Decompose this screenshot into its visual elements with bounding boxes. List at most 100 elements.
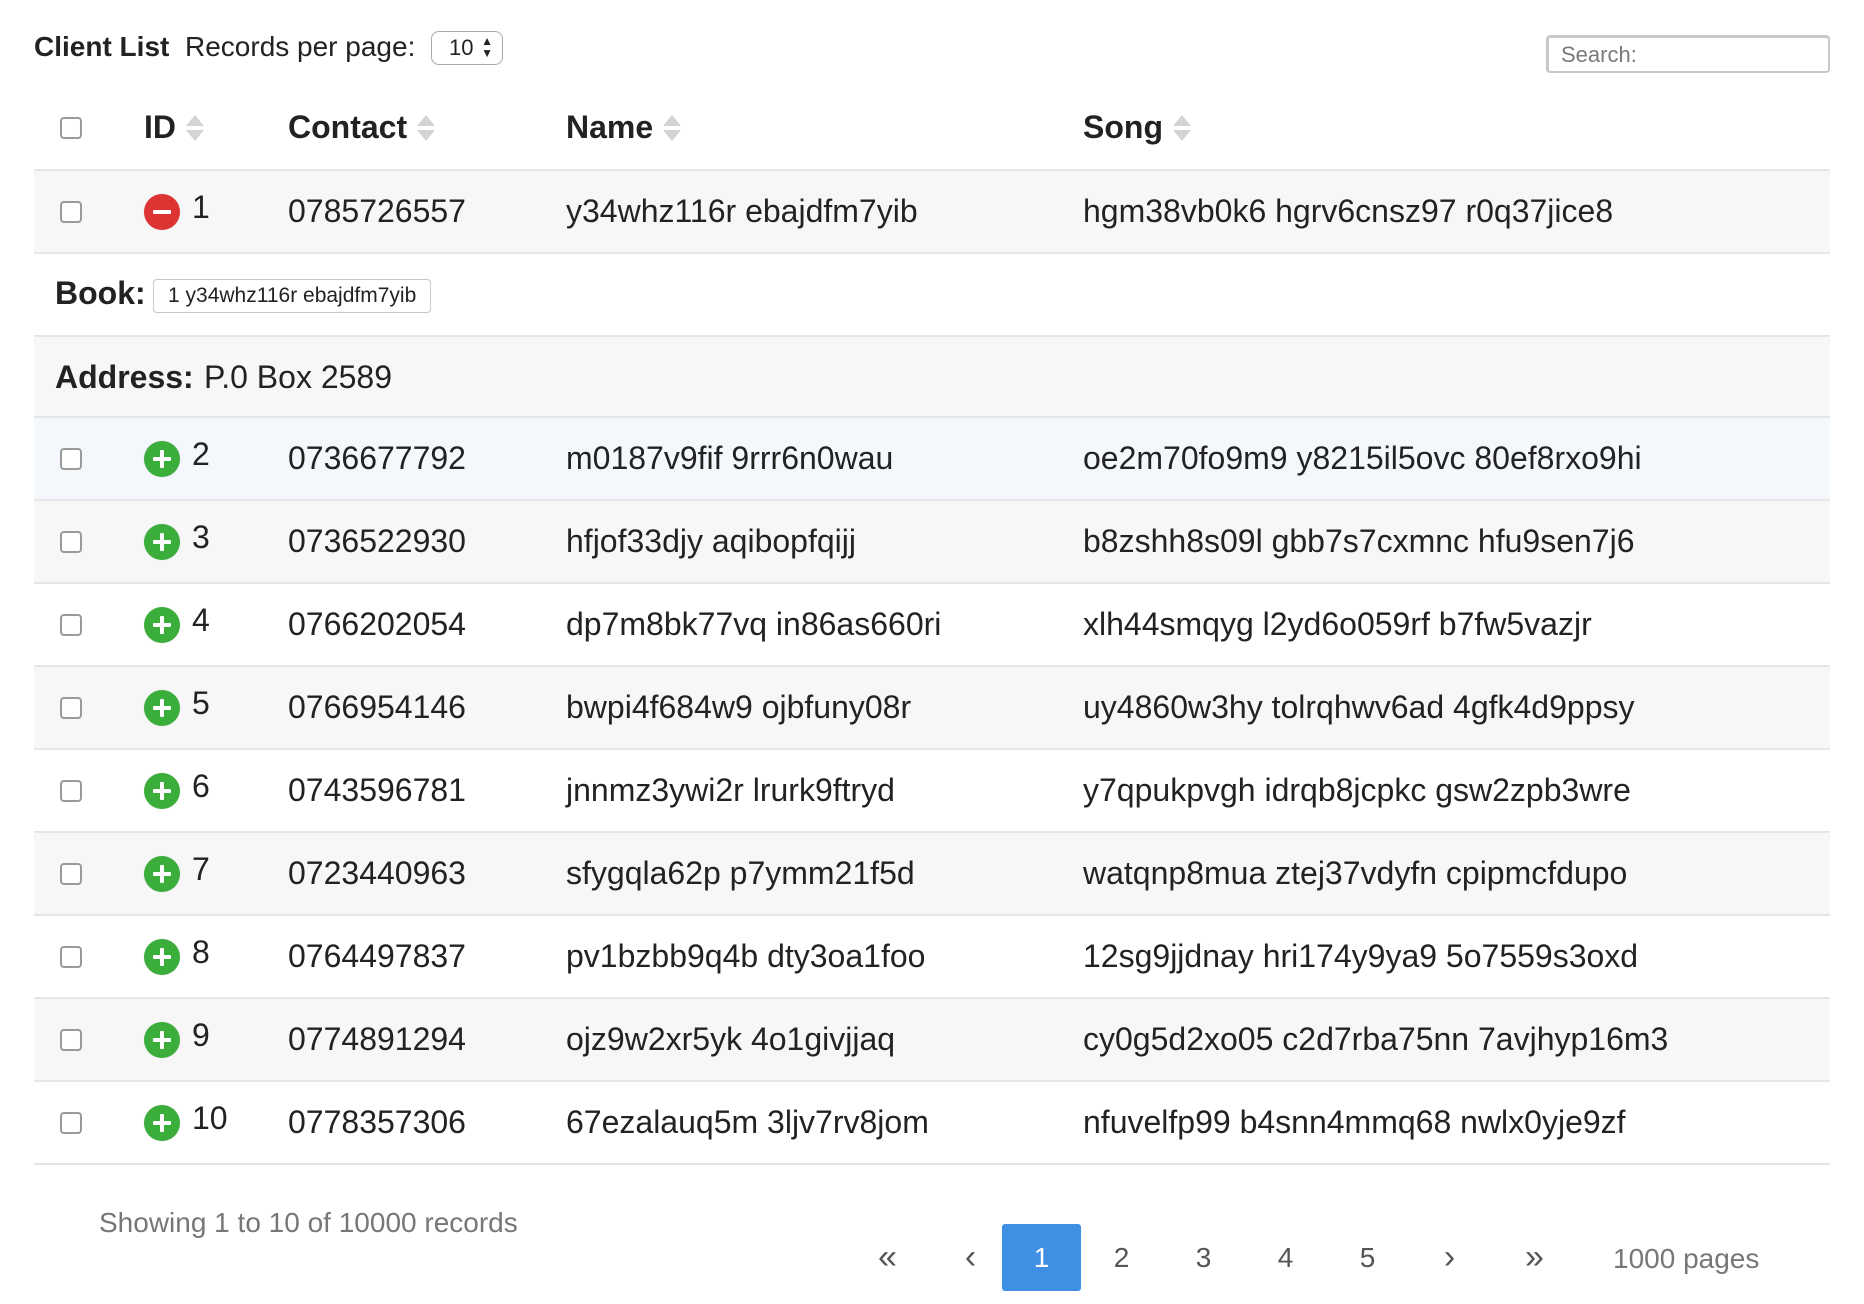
expand-row-icon[interactable] [144, 855, 180, 892]
table-row: 6 0743596781 jnnmz3ywi2r lrurk9ftryd y7q… [34, 750, 1830, 833]
table-row: 2 0736677792 m0187v9fif 9rrr6n0wau oe2m7… [34, 418, 1830, 501]
sort-icon [663, 114, 682, 142]
row-song: nfuvelfp99 b4snn4mmq68 nwlx0yje9zf [1083, 1104, 1626, 1140]
column-header-label: Name [566, 109, 654, 145]
row-id: 1 [192, 189, 210, 225]
row-song: 12sg9jjdnay hri174y9ya9 5o7559s3oxd [1083, 938, 1639, 974]
column-header-song[interactable]: Song [1083, 86, 1191, 169]
table-row: 7 0723440963 sfygqla62p p7ymm21f5d watqn… [34, 833, 1830, 916]
page-button-5[interactable]: 5 [1328, 1224, 1407, 1291]
first-page-button[interactable]: « [848, 1224, 927, 1291]
row-checkbox[interactable] [60, 696, 82, 719]
address-label: Address: [55, 359, 194, 395]
row-checkbox[interactable] [60, 613, 82, 636]
row-checkbox[interactable] [60, 530, 82, 553]
row-checkbox[interactable] [60, 779, 82, 802]
row-song: watqnp8mua ztej37vdyfn cpipmcfdupo [1083, 855, 1628, 891]
page-button-1[interactable]: 1 [1002, 1224, 1081, 1291]
expand-row-icon[interactable] [144, 1104, 180, 1141]
row-checkbox[interactable] [60, 1028, 82, 1051]
row-contact: 0766202054 [288, 606, 466, 642]
row-id: 6 [192, 768, 210, 804]
row-checkbox[interactable] [60, 945, 82, 968]
row-contact: 0774891294 [288, 1021, 466, 1057]
column-header-label: Contact [288, 109, 408, 145]
row-name: hfjof33djy aqibopfqijj [566, 523, 856, 559]
row-checkbox[interactable] [60, 862, 82, 885]
column-header-contact[interactable]: Contact [288, 86, 436, 169]
row-contact: 0736677792 [288, 440, 466, 476]
row-checkbox[interactable] [60, 200, 82, 223]
select-arrows-icon: ▲ ▼ [481, 34, 493, 60]
table-row: 3 0736522930 hfjof33djy aqibopfqijj b8zs… [34, 501, 1830, 584]
row-name: ojz9w2xr5yk 4o1givjjaq [566, 1021, 896, 1057]
row-name: sfygqla62p p7ymm21f5d [566, 855, 915, 891]
row-name: 67ezalauq5m 3ljv7rv8jom [566, 1104, 929, 1140]
address-value: P.0 Box 2589 [204, 359, 393, 395]
last-page-button[interactable]: » [1495, 1224, 1574, 1291]
row-song: hgm38vb0k6 hgrv6cnsz97 r0q37jice8 [1083, 193, 1614, 229]
records-summary: Showing 1 to 10 of 10000 records [99, 1207, 518, 1238]
page-button-4[interactable]: 4 [1246, 1224, 1325, 1291]
expand-row-icon[interactable] [144, 938, 180, 975]
row-id: 5 [192, 685, 210, 721]
row-name: dp7m8bk77vq in86as660ri [566, 606, 942, 642]
table-header-row: ID Contact Name Song [34, 86, 1830, 171]
table-row: 8 0764497837 pv1bzbb9q4b dty3oa1foo 12sg… [34, 916, 1830, 999]
row-song: oe2m70fo9m9 y8215il5ovc 80ef8rxo9hi [1083, 440, 1642, 476]
row-name: jnnmz3ywi2r lrurk9ftryd [566, 772, 895, 808]
row-song: uy4860w3hy tolrqhwv6ad 4gfk4d9ppsy [1083, 689, 1635, 725]
client-table: ID Contact Name Song 1 0785726557 y34whz… [34, 86, 1830, 1165]
column-header-name[interactable]: Name [566, 86, 682, 169]
row-id: 8 [192, 934, 210, 970]
column-header-id[interactable]: ID [144, 86, 204, 169]
expand-row-icon[interactable] [144, 1021, 180, 1058]
select-all-cell [60, 86, 82, 169]
row-contact: 0766954146 [288, 689, 466, 725]
table-row: 10 0778357306 67ezalauq5m 3ljv7rv8jom nf… [34, 1082, 1830, 1165]
previous-page-button[interactable]: ‹ [931, 1224, 1010, 1291]
expand-row-icon[interactable] [144, 772, 180, 809]
row-song: y7qpukpvgh idrqb8jcpkc gsw2zpb3wre [1083, 772, 1631, 808]
row-id: 3 [192, 519, 210, 555]
expand-row-icon[interactable] [144, 440, 180, 477]
row-contact: 0743596781 [288, 772, 466, 808]
expand-row-icon[interactable] [144, 523, 180, 560]
row-name: y34whz116r ebajdfm7yib [566, 193, 918, 229]
book-label: Book: [55, 275, 146, 311]
row-id: 9 [192, 1017, 210, 1053]
search-input[interactable] [1546, 35, 1830, 73]
table-row: 4 0766202054 dp7m8bk77vq in86as660ri xlh… [34, 584, 1830, 667]
expand-row-icon[interactable] [144, 689, 180, 726]
row-id: 10 [192, 1100, 228, 1136]
page-button-3[interactable]: 3 [1164, 1224, 1243, 1291]
records-per-page-value: 10 [449, 35, 474, 60]
expand-row-icon[interactable] [144, 606, 180, 643]
sort-icon [1172, 114, 1191, 142]
next-page-button[interactable]: › [1410, 1224, 1489, 1291]
row-name: pv1bzbb9q4b dty3oa1foo [566, 938, 926, 974]
collapse-row-icon[interactable] [144, 193, 180, 230]
row-song: cy0g5d2xo05 c2d7rba75nn 7avjhyp16m3 [1083, 1021, 1669, 1057]
sort-icon [186, 114, 204, 142]
row-id: 4 [192, 602, 210, 638]
row-detail-address: Address: P.0 Box 2589 [34, 337, 1830, 418]
table-row: 5 0766954146 bwpi4f684w9 ojbfuny08r uy48… [34, 667, 1830, 750]
column-header-label: ID [144, 109, 176, 145]
row-checkbox[interactable] [60, 1111, 82, 1134]
select-all-checkbox[interactable] [60, 116, 82, 139]
row-contact: 0736522930 [288, 523, 466, 559]
total-pages: 1000 pages [1613, 1243, 1760, 1274]
records-per-page-select[interactable]: 10 ▲ ▼ [431, 31, 503, 65]
row-contact: 0764497837 [288, 938, 466, 974]
page-button-2[interactable]: 2 [1082, 1224, 1161, 1291]
book-value-chip: 1 y34whz116r ebajdfm7yib [153, 279, 432, 313]
row-song: xlh44smqyg l2yd6o059rf b7fw5vazjr [1083, 606, 1592, 642]
row-detail-book: Book: 1 y34whz116r ebajdfm7yib [34, 254, 1830, 337]
table-row: 9 0774891294 ojz9w2xr5yk 4o1givjjaq cy0g… [34, 999, 1830, 1082]
row-name: bwpi4f684w9 ojbfuny08r [566, 689, 912, 725]
row-contact: 0778357306 [288, 1104, 466, 1140]
row-id: 7 [192, 851, 210, 887]
row-checkbox[interactable] [60, 447, 82, 470]
row-id: 2 [192, 436, 210, 472]
